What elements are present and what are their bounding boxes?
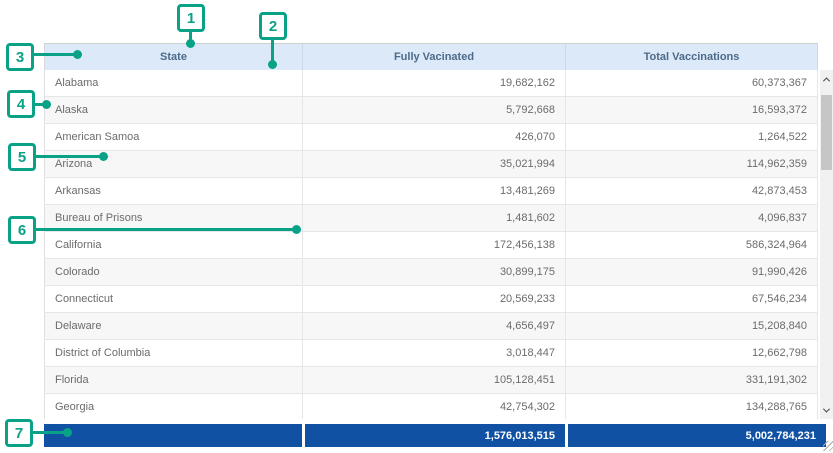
scroll-down-button[interactable] [820, 401, 833, 419]
cell-total-vaccinations: 586,324,964 [566, 232, 818, 258]
callout-2-dot [268, 60, 277, 69]
cell-total-vaccinations: 42,873,453 [566, 178, 818, 204]
cell-state: Georgia [45, 394, 303, 419]
cell-state: California [45, 232, 303, 258]
table-row-florida[interactable]: Florida 105,128,451 331,191,302 [44, 367, 818, 394]
cell-total-vaccinations: 1,264,522 [566, 124, 818, 150]
table-row-delaware[interactable]: Delaware 4,656,497 15,208,840 [44, 313, 818, 340]
callout-4-dot [42, 100, 51, 109]
table-row-california[interactable]: California 172,456,138 586,324,964 [44, 232, 818, 259]
cell-fully-vacinated: 426,070 [303, 124, 566, 150]
totals-state-cell [44, 424, 302, 447]
totals-fully-vacinated: 1,576,013,515 [305, 424, 565, 447]
callout-6: 6 [8, 216, 36, 244]
vertical-scrollbar[interactable] [820, 70, 833, 419]
cell-fully-vacinated: 13,481,269 [303, 178, 566, 204]
cell-fully-vacinated: 1,481,602 [303, 205, 566, 231]
cell-state: District of Columbia [45, 340, 303, 366]
cell-total-vaccinations: 114,962,359 [566, 151, 818, 177]
table-row-american-samoa[interactable]: American Samoa 426,070 1,264,522 [44, 124, 818, 151]
callout-1-dot [186, 39, 195, 48]
chevron-down-icon [823, 405, 830, 412]
cell-fully-vacinated: 4,656,497 [303, 313, 566, 339]
cell-state: Florida [45, 367, 303, 393]
callout-4: 4 [7, 90, 35, 118]
table-row-colorado[interactable]: Colorado 30,899,175 91,990,426 [44, 259, 818, 286]
column-header-fully-vacinated[interactable]: Fully Vacinated [303, 44, 566, 70]
table-row-connecticut[interactable]: Connecticut 20,569,233 67,546,234 [44, 286, 818, 313]
table-header-row: State Fully Vacinated Total Vaccinations [44, 43, 818, 70]
callout-7-connector [32, 431, 66, 434]
cell-total-vaccinations: 91,990,426 [566, 259, 818, 285]
cell-total-vaccinations: 4,096,837 [566, 205, 818, 231]
callout-7-dot [63, 428, 72, 437]
cell-fully-vacinated: 3,018,447 [303, 340, 566, 366]
app-canvas: State Fully Vacinated Total Vaccinations… [0, 0, 833, 453]
cell-state: Arkansas [45, 178, 303, 204]
cell-total-vaccinations: 12,662,798 [566, 340, 818, 366]
callout-5-dot [99, 152, 108, 161]
callout-3-dot [73, 50, 82, 59]
cell-fully-vacinated: 19,682,162 [303, 70, 566, 96]
callout-3: 3 [6, 43, 34, 71]
callout-6-dot [292, 225, 301, 234]
table-row-arizona[interactable]: Arizona 35,021,994 114,962,359 [44, 151, 818, 178]
table-body: Alabama 19,682,162 60,373,367 Alaska 5,7… [44, 70, 818, 419]
vaccinations-table: State Fully Vacinated Total Vaccinations… [44, 42, 833, 447]
table-row-georgia[interactable]: Georgia 42,754,302 134,288,765 [44, 394, 818, 419]
cell-total-vaccinations: 331,191,302 [566, 367, 818, 393]
cell-total-vaccinations: 16,593,372 [566, 97, 818, 123]
totals-row: 1,576,013,515 5,002,784,231 [44, 424, 826, 447]
table-row-arkansas[interactable]: Arkansas 13,481,269 42,873,453 [44, 178, 818, 205]
cell-fully-vacinated: 20,569,233 [303, 286, 566, 312]
table-row-district-of-columbia[interactable]: District of Columbia 3,018,447 12,662,79… [44, 340, 818, 367]
cell-state: Colorado [45, 259, 303, 285]
cell-total-vaccinations: 60,373,367 [566, 70, 818, 96]
callout-2-connector [271, 38, 274, 62]
cell-fully-vacinated: 35,021,994 [303, 151, 566, 177]
cell-total-vaccinations: 67,546,234 [566, 286, 818, 312]
cell-fully-vacinated: 30,899,175 [303, 259, 566, 285]
scrollbar-thumb[interactable] [821, 95, 832, 170]
cell-state: Delaware [45, 313, 303, 339]
cell-state: Alabama [45, 70, 303, 96]
callout-2: 2 [259, 12, 287, 40]
callout-5-connector [35, 155, 103, 158]
callout-7: 7 [5, 419, 33, 447]
cell-total-vaccinations: 15,208,840 [566, 313, 818, 339]
callout-6-connector [35, 228, 295, 231]
table-row-alaska[interactable]: Alaska 5,792,668 16,593,372 [44, 97, 818, 124]
cell-total-vaccinations: 134,288,765 [566, 394, 818, 419]
cell-state: Alaska [45, 97, 303, 123]
table-row-alabama[interactable]: Alabama 19,682,162 60,373,367 [44, 70, 818, 97]
column-header-state[interactable]: State [45, 44, 303, 70]
cell-fully-vacinated: 105,128,451 [303, 367, 566, 393]
callout-3-connector [33, 53, 77, 56]
cell-state: Connecticut [45, 286, 303, 312]
cell-fully-vacinated: 42,754,302 [303, 394, 566, 419]
callout-1: 1 [177, 4, 205, 32]
callout-5: 5 [8, 143, 36, 171]
scroll-up-button[interactable] [820, 70, 833, 88]
cell-fully-vacinated: 5,792,668 [303, 97, 566, 123]
resize-grip-icon [823, 441, 833, 451]
chevron-up-icon [823, 77, 830, 84]
cell-fully-vacinated: 172,456,138 [303, 232, 566, 258]
totals-total-vaccinations: 5,002,784,231 [568, 424, 826, 447]
cell-state: American Samoa [45, 124, 303, 150]
column-header-total-vaccinations[interactable]: Total Vaccinations [566, 44, 818, 70]
